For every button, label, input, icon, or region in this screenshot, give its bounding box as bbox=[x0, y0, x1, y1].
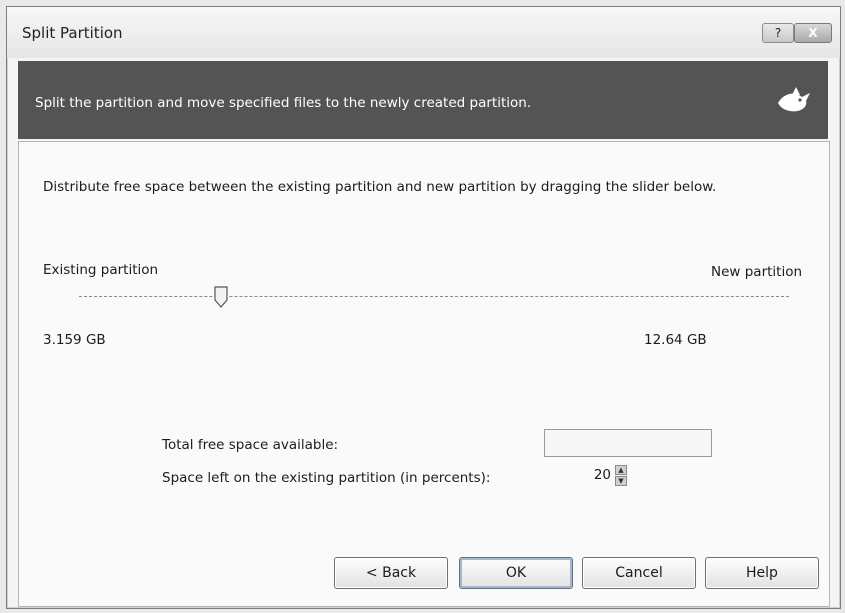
percent-spinner[interactable]: ▲ ▼ bbox=[615, 465, 627, 486]
help-button[interactable]: Help bbox=[705, 557, 819, 589]
content-panel: Distribute free space between the existi… bbox=[18, 141, 830, 607]
wizard-bird-icon bbox=[778, 87, 810, 112]
partition-slider-track[interactable] bbox=[79, 296, 789, 297]
instructions-text: Distribute free space between the existi… bbox=[43, 179, 717, 195]
window-title: Split Partition bbox=[22, 24, 123, 42]
new-partition-label: New partition bbox=[711, 264, 803, 280]
existing-partition-size: 3.159 GB bbox=[43, 332, 106, 348]
split-partition-dialog: Split Partition ? X Split the partition … bbox=[6, 6, 841, 609]
cancel-button[interactable]: Cancel bbox=[582, 557, 696, 589]
percent-left-input[interactable]: 20 bbox=[559, 463, 611, 487]
partition-slider-thumb[interactable] bbox=[214, 286, 228, 308]
new-partition-size: 12.64 GB bbox=[644, 332, 707, 348]
title-bar: Split Partition ? X bbox=[7, 7, 840, 58]
total-free-space-field bbox=[544, 429, 712, 457]
spin-up-icon[interactable]: ▲ bbox=[615, 465, 627, 475]
existing-partition-label: Existing partition bbox=[43, 262, 159, 278]
banner-text: Split the partition and move specified f… bbox=[35, 95, 532, 111]
total-free-space-label: Total free space available: bbox=[162, 437, 339, 453]
ok-button[interactable]: OK bbox=[459, 557, 573, 589]
percent-left-label: Space left on the existing partition (in… bbox=[162, 470, 491, 486]
close-button[interactable]: X bbox=[794, 23, 832, 43]
back-button[interactable]: < Back bbox=[334, 557, 448, 589]
header-banner: Split the partition and move specified f… bbox=[18, 61, 828, 139]
spin-down-icon[interactable]: ▼ bbox=[615, 476, 627, 486]
title-help-button[interactable]: ? bbox=[762, 23, 794, 43]
